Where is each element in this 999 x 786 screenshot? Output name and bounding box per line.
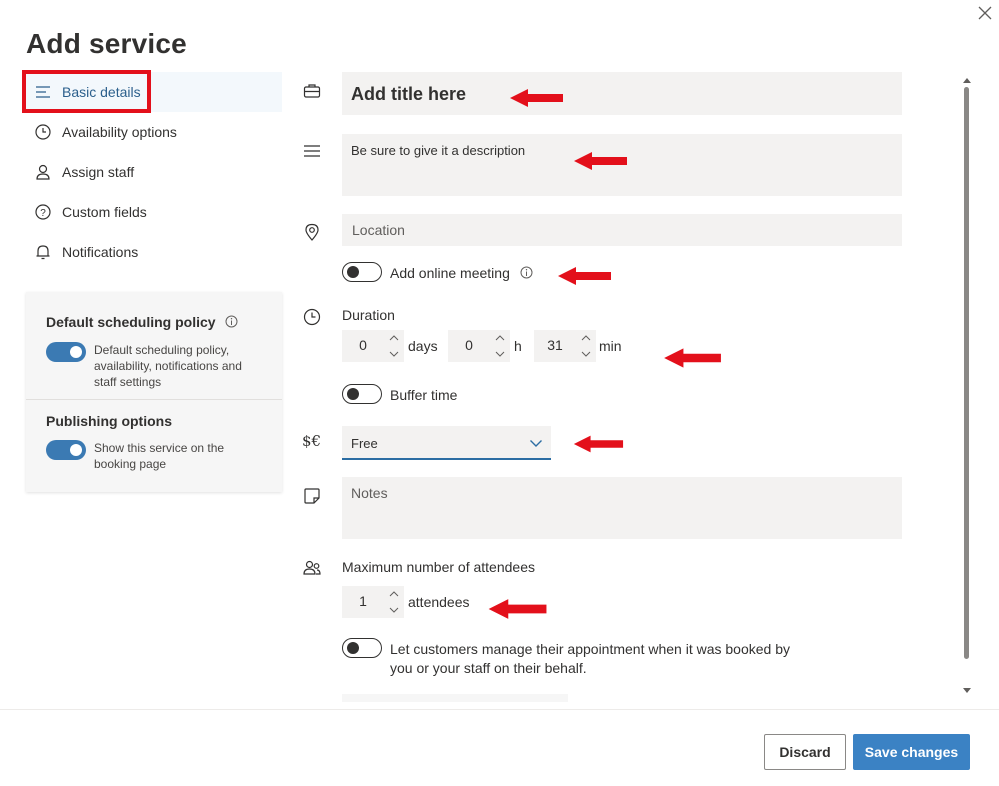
hours-unit: h bbox=[514, 338, 522, 354]
close-icon[interactable] bbox=[976, 4, 994, 22]
minutes-value: 31 bbox=[547, 337, 563, 353]
hours-stepper[interactable]: 0 bbox=[448, 330, 510, 362]
nav-item-custom-fields[interactable]: ? Custom fields bbox=[24, 192, 282, 232]
annotation-arrow-icon bbox=[488, 599, 547, 619]
online-meeting-label: Add online meeting bbox=[390, 265, 533, 281]
nav-item-label: Custom fields bbox=[62, 204, 147, 220]
svg-text:?: ? bbox=[40, 208, 46, 219]
divider bbox=[26, 399, 282, 400]
publishing-toggle[interactable] bbox=[46, 440, 86, 460]
annotation-arrow-icon bbox=[573, 435, 624, 453]
nav-item-label: Basic details bbox=[62, 84, 141, 100]
clock-icon bbox=[34, 123, 52, 141]
info-icon[interactable] bbox=[520, 266, 533, 279]
stepper-arrows-icon[interactable] bbox=[580, 332, 592, 360]
stepper-arrows-icon[interactable] bbox=[388, 588, 400, 616]
question-icon: ? bbox=[34, 203, 52, 221]
days-value: 0 bbox=[359, 337, 367, 353]
scroll-up-arrow-icon[interactable] bbox=[963, 77, 971, 85]
scrollbar-thumb[interactable] bbox=[964, 87, 969, 659]
buffer-time-toggle[interactable] bbox=[342, 384, 382, 404]
buffer-time-label: Buffer time bbox=[390, 387, 458, 403]
note-icon bbox=[304, 488, 320, 504]
info-icon[interactable] bbox=[225, 315, 238, 328]
side-nav: Basic details Availability options Assig… bbox=[24, 72, 282, 272]
online-meeting-toggle[interactable] bbox=[342, 262, 382, 282]
hours-value: 0 bbox=[465, 337, 473, 353]
publishing-description: Show this service on the booking page bbox=[94, 441, 225, 471]
minutes-stepper[interactable]: 31 bbox=[534, 330, 596, 362]
chevron-down-icon bbox=[530, 440, 542, 447]
minutes-unit: min bbox=[599, 338, 622, 354]
people-icon bbox=[303, 560, 321, 575]
nav-item-label: Availability options bbox=[62, 124, 177, 140]
annotation-arrow-icon bbox=[510, 89, 563, 107]
annotation-arrow-icon bbox=[574, 152, 627, 170]
clock-icon bbox=[303, 308, 321, 326]
text-lines-icon bbox=[304, 145, 320, 157]
manage-appointment-toggle[interactable] bbox=[342, 638, 382, 658]
publishing-options-heading: Publishing options bbox=[46, 413, 172, 429]
notes-input[interactable]: Notes bbox=[342, 477, 902, 539]
bell-icon bbox=[34, 243, 52, 261]
price-type-dropdown[interactable]: Free bbox=[342, 426, 551, 460]
discard-button[interactable]: Discard bbox=[764, 734, 846, 770]
days-unit: days bbox=[408, 338, 438, 354]
lines-icon bbox=[34, 83, 52, 101]
briefcase-icon bbox=[303, 84, 321, 98]
default-policy-heading: Default scheduling policy bbox=[46, 314, 238, 330]
currency-icon: $€ bbox=[302, 432, 322, 450]
dialog-title: Add service bbox=[26, 28, 187, 59]
attendees-unit: attendees bbox=[408, 594, 470, 610]
location-input[interactable]: Location bbox=[342, 214, 902, 246]
policy-card: Default scheduling policy Default schedu… bbox=[26, 292, 282, 492]
nav-item-assign-staff[interactable]: Assign staff bbox=[24, 152, 282, 192]
service-title-input[interactable]: Add title here bbox=[342, 72, 902, 115]
manage-appointment-label: Let customers manage their appointment w… bbox=[390, 641, 791, 676]
default-policy-toggle[interactable] bbox=[46, 342, 86, 362]
annotation-arrow-icon bbox=[558, 267, 611, 285]
location-pin-icon bbox=[305, 223, 319, 241]
save-changes-button[interactable]: Save changes bbox=[853, 734, 970, 770]
days-stepper[interactable]: 0 bbox=[342, 330, 404, 362]
attendees-value: 1 bbox=[359, 593, 367, 609]
annotation-arrow-icon bbox=[664, 348, 721, 368]
nav-item-basic-details[interactable]: Basic details bbox=[24, 72, 282, 112]
stepper-arrows-icon[interactable] bbox=[494, 332, 506, 360]
price-type-value: Free bbox=[351, 436, 378, 451]
nav-item-label: Notifications bbox=[62, 244, 139, 260]
nav-item-label: Assign staff bbox=[62, 164, 135, 180]
nav-item-availability-options[interactable]: Availability options bbox=[24, 112, 282, 152]
max-attendees-label: Maximum number of attendees bbox=[342, 559, 535, 575]
default-policy-description: Default scheduling policy, availability,… bbox=[94, 343, 242, 389]
partially-visible-field bbox=[342, 694, 568, 702]
nav-item-notifications[interactable]: Notifications bbox=[24, 232, 282, 272]
duration-label: Duration bbox=[342, 307, 395, 323]
attendees-stepper[interactable]: 1 bbox=[342, 586, 404, 618]
stepper-arrows-icon[interactable] bbox=[388, 332, 400, 360]
footer-divider bbox=[0, 709, 999, 710]
person-icon bbox=[34, 163, 52, 181]
scroll-down-arrow-icon[interactable] bbox=[963, 686, 971, 694]
